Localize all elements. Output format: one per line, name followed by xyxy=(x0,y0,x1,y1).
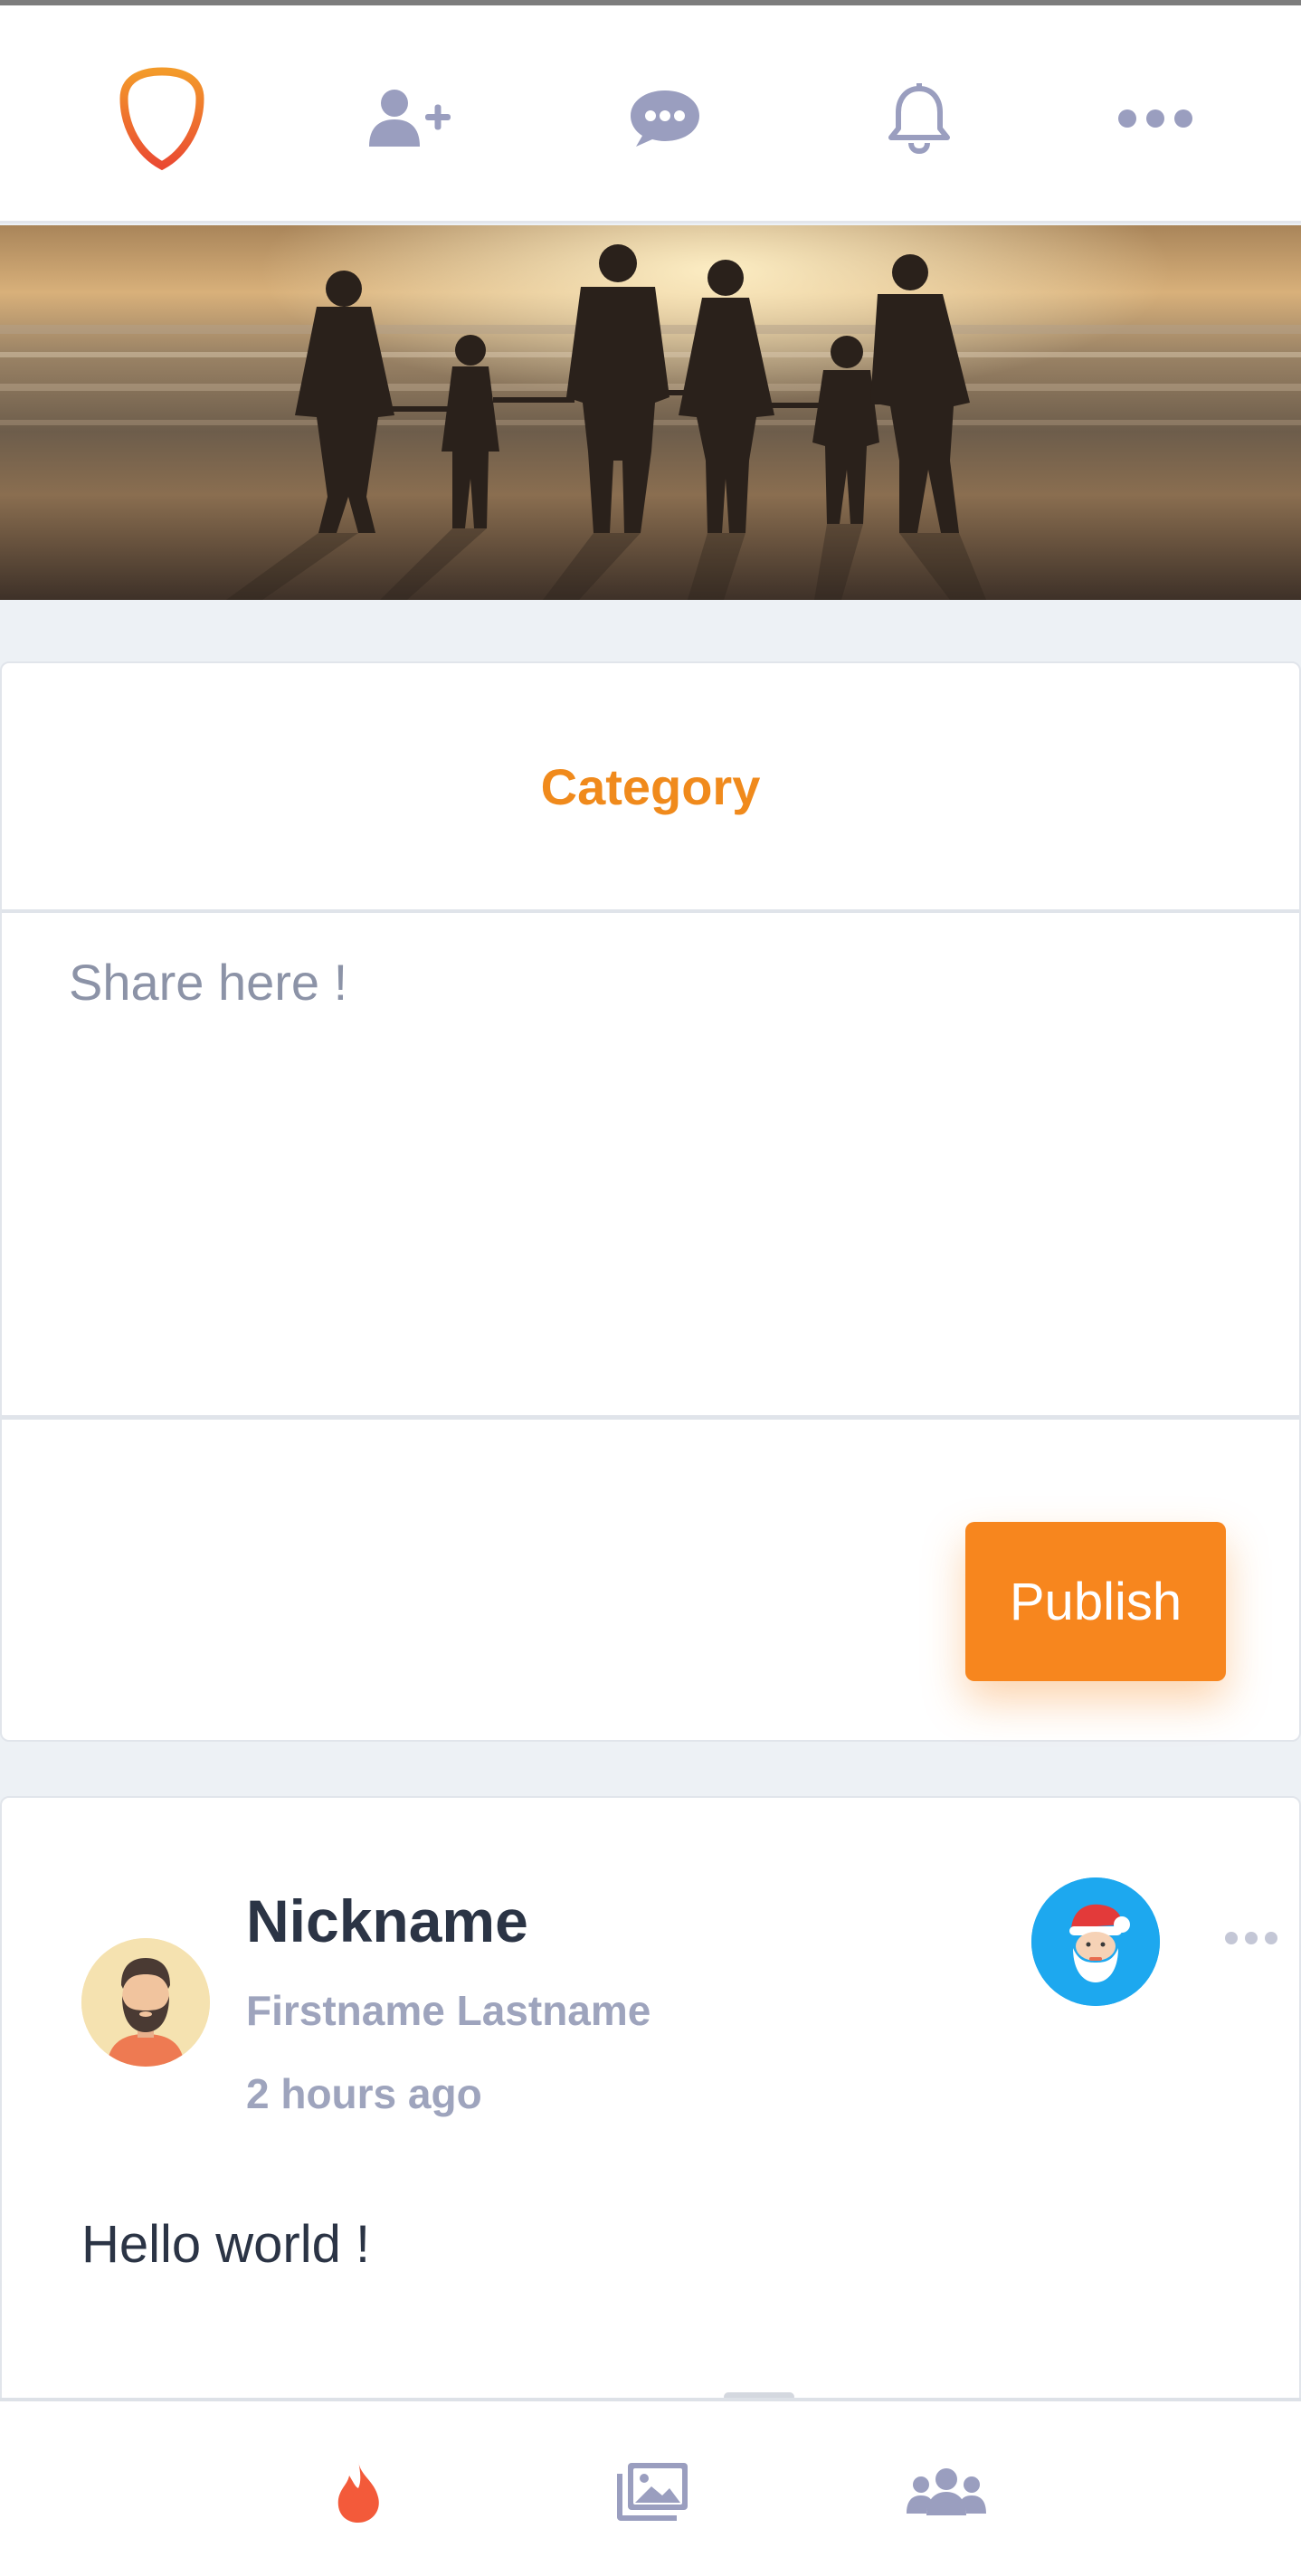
chat-icon xyxy=(631,90,699,147)
author-avatar[interactable] xyxy=(81,1938,210,2067)
post-nickname[interactable]: Nickname xyxy=(246,1887,528,1955)
gallery-icon xyxy=(617,2463,688,2521)
post-composer: Category Publish xyxy=(0,661,1301,1742)
nav-messages[interactable] xyxy=(606,60,724,177)
bearded-man-avatar xyxy=(81,1938,210,2067)
post-timestamp: 2 hours ago xyxy=(246,2070,482,2117)
add-friend-icon xyxy=(369,90,451,147)
nav-notifications[interactable] xyxy=(860,60,978,177)
reaction-badge[interactable] xyxy=(1031,1877,1160,2006)
post-text: Hello world ! xyxy=(81,2215,371,2274)
bottom-navigation-bar xyxy=(0,2398,1301,2576)
bottom-nav-gallery[interactable] xyxy=(597,2438,706,2546)
top-navigation-bar xyxy=(0,5,1301,223)
post-full-name: Firstname Lastname xyxy=(246,1987,651,2034)
flame-icon xyxy=(337,2461,379,2523)
bell-icon xyxy=(888,83,950,154)
category-selector[interactable]: Category xyxy=(2,663,1299,913)
family-beach-photo xyxy=(0,225,1301,600)
santa-badge-icon xyxy=(1031,1877,1160,2006)
nav-add-friend[interactable] xyxy=(352,60,470,177)
bottom-nav-feed[interactable] xyxy=(304,2438,413,2546)
post-options[interactable] xyxy=(1220,1920,1283,1956)
cover-banner xyxy=(0,225,1301,600)
more-icon xyxy=(1118,109,1192,128)
nav-home-logo[interactable] xyxy=(103,60,221,177)
share-input[interactable] xyxy=(2,913,1299,1420)
nav-more[interactable] xyxy=(1097,60,1214,177)
publish-button[interactable]: Publish xyxy=(965,1522,1226,1681)
group-icon xyxy=(907,2468,986,2515)
bottom-nav-groups[interactable] xyxy=(892,2438,1001,2546)
more-icon xyxy=(1225,1932,1277,1944)
shield-logo-icon xyxy=(119,67,204,171)
post-card: Nickname Firstname Lastname 2 hours ago … xyxy=(0,1796,1301,2429)
